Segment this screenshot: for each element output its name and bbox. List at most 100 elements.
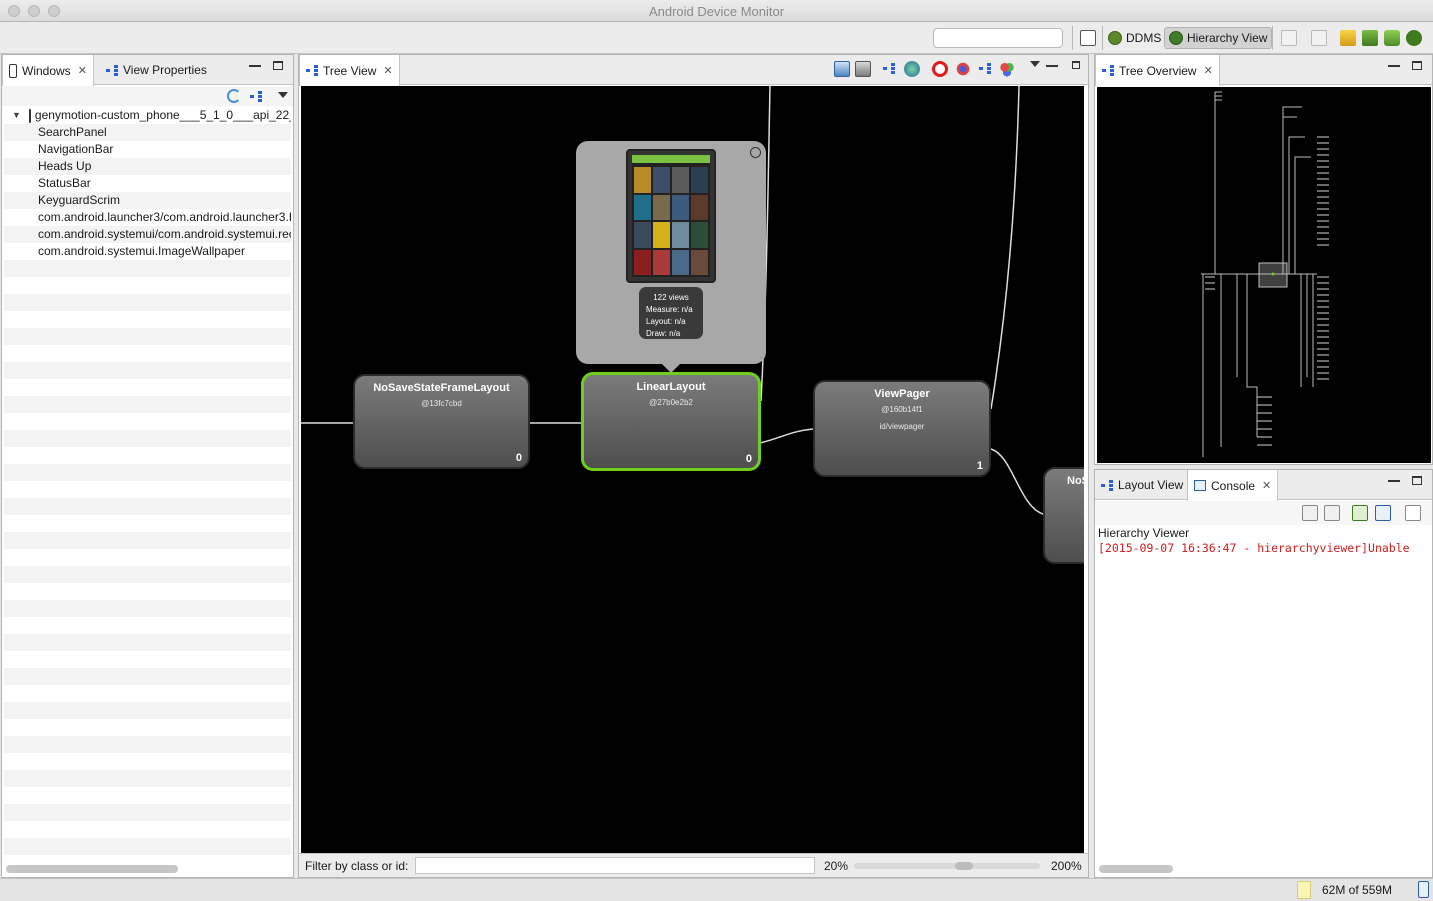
tree-icon bbox=[306, 65, 318, 76]
minimize-icon[interactable] bbox=[1388, 476, 1400, 482]
node-name: LinearLayout bbox=[636, 381, 706, 393]
tab-view-properties[interactable]: View Properties bbox=[100, 55, 213, 85]
console-output[interactable]: Hierarchy Viewer [2015-09-07 16:36:47 - … bbox=[1098, 525, 1416, 859]
node-hash: @160b14f1 bbox=[881, 405, 923, 414]
tree-canvas[interactable]: NoSaveStateFrameLayout @13fc7cbd 0 Linea… bbox=[301, 86, 1084, 855]
clear-console-icon[interactable] bbox=[1302, 505, 1318, 521]
close-icon[interactable]: ✕ bbox=[1262, 479, 1271, 492]
heap-indicator-icon bbox=[1297, 881, 1311, 899]
tab-tree-overview-label: Tree Overview bbox=[1119, 63, 1197, 78]
maximize-icon[interactable] bbox=[1412, 61, 1422, 70]
list-item[interactable]: StatusBar bbox=[4, 175, 291, 192]
load-hierarchy-icon[interactable] bbox=[1340, 30, 1356, 46]
window-list: ▼ genymotion-custom_phone___5_1_0___api_… bbox=[4, 107, 291, 857]
minimize-icon[interactable] bbox=[249, 61, 261, 67]
save-png-icon[interactable] bbox=[834, 61, 850, 77]
load-view-hierarchy-icon[interactable] bbox=[250, 91, 262, 102]
list-item[interactable]: com.android.systemui/com.android.systemu… bbox=[4, 226, 291, 243]
open-console-icon[interactable] bbox=[1405, 505, 1421, 521]
console-tabbar: Layout View Console ✕ bbox=[1095, 470, 1432, 501]
close-preview-icon[interactable] bbox=[750, 147, 761, 158]
view-screenshot-thumbnail bbox=[626, 149, 716, 283]
perspective-ddms-button[interactable]: DDMS bbox=[1104, 27, 1165, 49]
view-menu-icon[interactable] bbox=[1030, 61, 1040, 67]
capture-layers-icon[interactable] bbox=[855, 61, 871, 77]
request-layout-icon[interactable] bbox=[955, 61, 971, 77]
open-perspective-icon[interactable] bbox=[1080, 30, 1096, 46]
refresh-icon[interactable] bbox=[227, 89, 241, 103]
zoom-slider[interactable] bbox=[854, 862, 1040, 870]
node-viewpager[interactable]: ViewPager @160b14f1 id/viewpager 1 bbox=[813, 380, 991, 477]
tree-overview-canvas[interactable] bbox=[1097, 87, 1431, 463]
node-index: 1 bbox=[976, 460, 983, 472]
list-item[interactable]: com.android.launcher3/com.android.launch… bbox=[4, 209, 291, 226]
display-view-icon[interactable] bbox=[904, 61, 920, 77]
zoom-slider-thumb[interactable] bbox=[954, 862, 973, 870]
view-menu-icon[interactable] bbox=[278, 92, 288, 98]
device-row[interactable]: ▼ genymotion-custom_phone___5_1_0___api_… bbox=[4, 107, 291, 124]
node-preview-popup: 122 views Measure: n/a Layout: n/a Draw:… bbox=[576, 141, 766, 373]
windows-panel: Windows ✕ View Properties ▼ genymotion-c… bbox=[1, 54, 294, 878]
maximize-icon[interactable] bbox=[273, 61, 283, 70]
node-index: 0 bbox=[515, 452, 522, 464]
minimize-icon[interactable] bbox=[1388, 61, 1400, 67]
list-item[interactable]: Heads Up bbox=[4, 158, 291, 175]
list-item[interactable]: com.android.systemui.ImageWallpaper bbox=[4, 243, 291, 260]
perspective-hierarchy-view-button[interactable]: Hierarchy View bbox=[1164, 27, 1273, 49]
node-linearlayout[interactable]: LinearLayout @27b0e2b2 0 bbox=[581, 372, 761, 471]
close-icon[interactable]: ✕ bbox=[383, 64, 392, 77]
device-icon[interactable] bbox=[1384, 30, 1400, 46]
ddms-icon bbox=[1108, 31, 1122, 45]
tree-icon bbox=[1102, 65, 1114, 76]
tab-windows[interactable]: Windows ✕ bbox=[2, 55, 94, 86]
console-icon bbox=[1194, 480, 1206, 491]
load-view-hierarchy-icon[interactable] bbox=[883, 63, 895, 74]
close-icon[interactable]: ✕ bbox=[1204, 64, 1213, 77]
title-bar: Android Device Monitor bbox=[0, 0, 1433, 22]
tab-tree-view[interactable]: Tree View ✕ bbox=[299, 55, 400, 86]
horizontal-scrollbar[interactable] bbox=[6, 865, 178, 873]
hierarchy-view-icon bbox=[1169, 31, 1183, 45]
node-name: NoS bbox=[1067, 475, 1084, 487]
garbage-collect-icon[interactable] bbox=[1418, 881, 1429, 898]
disabled-action-icon[interactable] bbox=[1281, 30, 1297, 46]
run-icon[interactable] bbox=[1406, 30, 1422, 46]
tab-view-properties-label: View Properties bbox=[123, 63, 207, 77]
close-icon[interactable]: ✕ bbox=[78, 64, 87, 77]
horizontal-scrollbar[interactable] bbox=[1099, 865, 1173, 873]
disabled-action-icon[interactable] bbox=[1311, 30, 1327, 46]
tab-console[interactable]: Console ✕ bbox=[1187, 470, 1279, 501]
device-name: genymotion-custom_phone___5_1_0___api_22… bbox=[34, 108, 291, 122]
node-nos-partial[interactable]: NoS bbox=[1043, 467, 1084, 564]
profile-nodes-icon[interactable] bbox=[999, 61, 1015, 77]
pin-console-icon[interactable] bbox=[1352, 505, 1368, 521]
display-console-icon[interactable] bbox=[1375, 505, 1391, 521]
list-item[interactable]: KeyguardScrim bbox=[4, 192, 291, 209]
restore-icon[interactable] bbox=[1072, 61, 1080, 69]
console-error-line: [2015-09-07 16:36:47 - hierarchyviewer]U… bbox=[1098, 541, 1410, 555]
windows-tabbar: Windows ✕ View Properties bbox=[2, 55, 293, 86]
scroll-lock-icon[interactable] bbox=[1324, 505, 1340, 521]
toolbar-divider bbox=[1072, 26, 1073, 50]
dump-display-list-icon[interactable] bbox=[979, 63, 991, 74]
perspective-ddms-label: DDMS bbox=[1126, 31, 1162, 45]
node-nosavestateframelayout[interactable]: NoSaveStateFrameLayout @13fc7cbd 0 bbox=[353, 374, 530, 469]
save-icon[interactable] bbox=[1362, 30, 1378, 46]
tab-layout-view[interactable]: Layout View bbox=[1095, 470, 1189, 500]
filter-label: Filter by class or id: bbox=[305, 859, 409, 873]
filter-bar: Filter by class or id: 20% 200% bbox=[299, 853, 1088, 877]
tree-overview-panel: Tree Overview ✕ bbox=[1094, 54, 1433, 465]
minimize-icon[interactable] bbox=[1046, 61, 1058, 67]
quick-access-search-input[interactable] bbox=[933, 28, 1063, 48]
expand-triangle-icon[interactable]: ▼ bbox=[12, 107, 21, 124]
node-name: ViewPager bbox=[874, 388, 930, 400]
list-item[interactable]: NavigationBar bbox=[4, 141, 291, 158]
filter-input[interactable] bbox=[415, 857, 815, 874]
node-stats-box: 122 views Measure: n/a Layout: n/a Draw:… bbox=[639, 287, 703, 339]
node-id: id/viewpager bbox=[879, 422, 925, 431]
tab-tree-overview[interactable]: Tree Overview ✕ bbox=[1095, 55, 1220, 86]
invalidate-icon[interactable] bbox=[932, 61, 948, 77]
memory-usage: 62M of 559M bbox=[1322, 883, 1393, 897]
list-item[interactable]: SearchPanel bbox=[4, 124, 291, 141]
maximize-icon[interactable] bbox=[1412, 476, 1422, 485]
